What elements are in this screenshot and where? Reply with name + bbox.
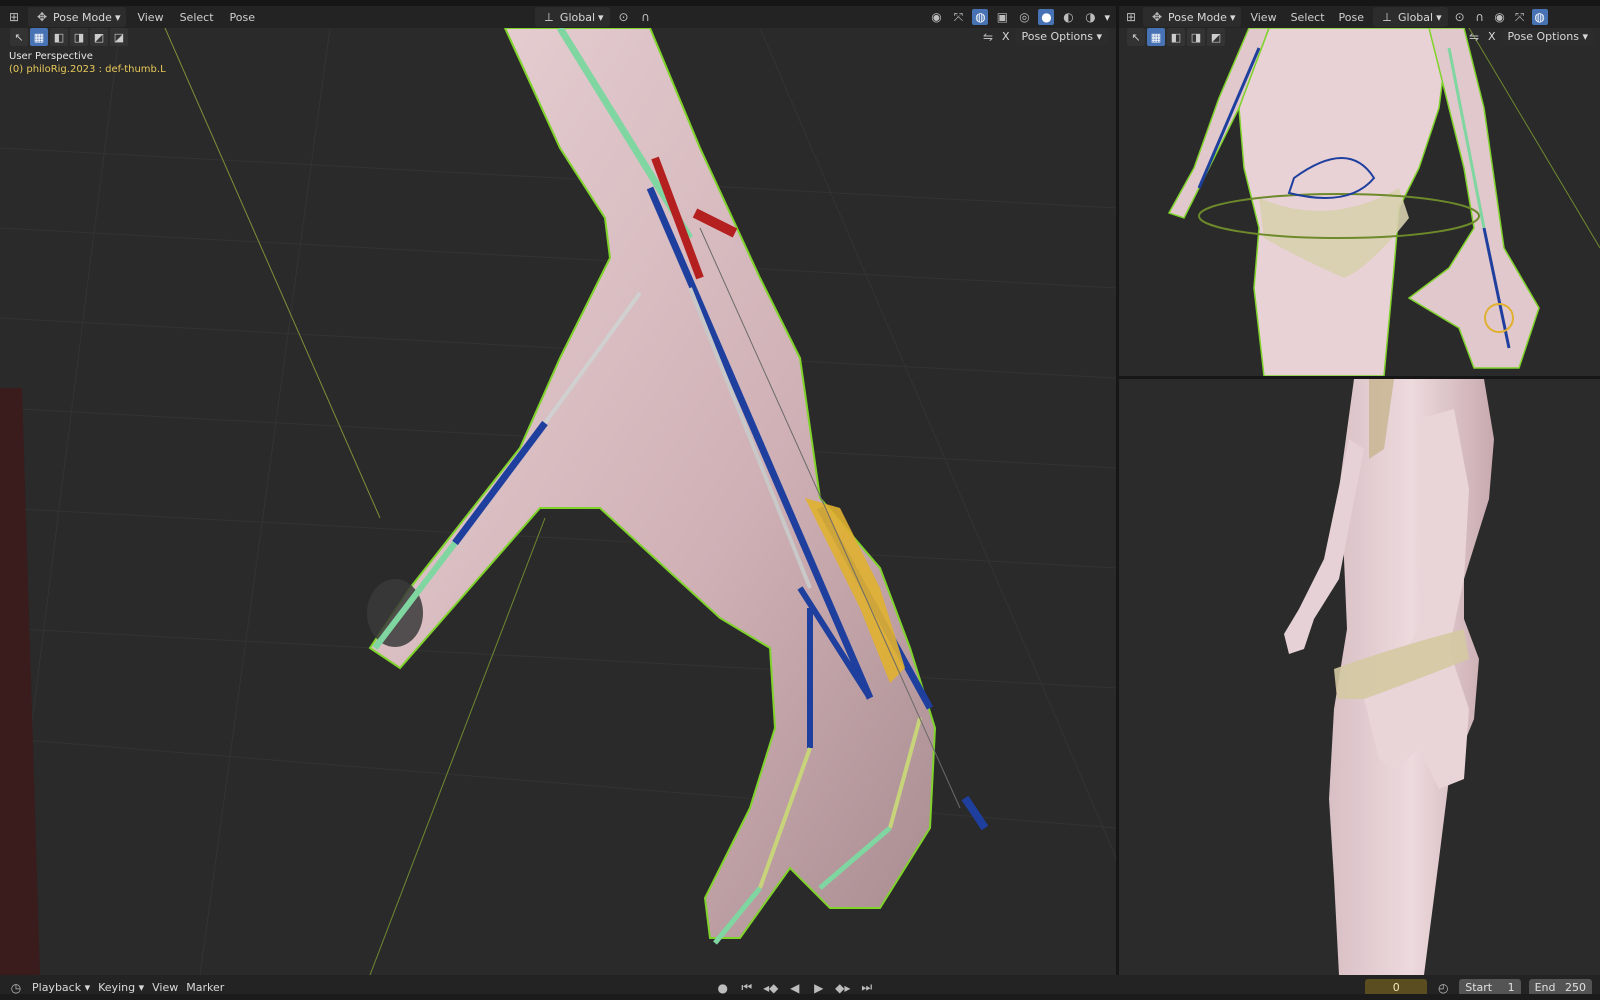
right-mode-label: Pose Mode [1168,10,1227,24]
right-orientation-label: Global [1398,10,1434,24]
select-extend-icon[interactable]: ◧ [1167,28,1185,46]
visibility-icon[interactable]: ◉ [1492,9,1508,25]
gizmo-icon[interactable]: ⤧ [1512,9,1528,25]
orientation-icon: ⟂ [544,9,553,24]
mirror-icon[interactable]: ⇋ [980,29,996,45]
right-menu-pose[interactable]: Pose [1334,9,1369,26]
right-mode-dropdown[interactable]: ✥ Pose Mode ▾ [1143,7,1242,27]
end-frame-label: End [1534,981,1556,994]
left-menu-view[interactable]: View [132,9,168,26]
left-viewport-header: ⊞ ✥ Pose Mode ▾ View Select Pose ⟂ Globa… [0,6,1116,28]
thumbnail-shape [367,579,423,647]
left-3d-viewport[interactable]: ↖ ▦ ◧ ◨ ◩ ◪ User Perspective (0) philoRi… [0,28,1116,975]
left-mode-dropdown[interactable]: ✥ Pose Mode ▾ [28,7,127,27]
shading-rendered-icon[interactable]: ◑ [1082,9,1098,25]
right-menu-select[interactable]: Select [1286,9,1330,26]
view-info: User Perspective (0) philoRig.2023 : def… [9,50,166,76]
left-pose-options-dropdown[interactable]: Pose Options ▾ [1015,28,1108,45]
left-selection-mode-tools: ↖ ▦ ◧ ◨ ◩ ◪ [10,28,128,46]
select-box-tool[interactable]: ↖ [1127,28,1145,46]
chevron-down-icon: ▾ [1436,10,1442,24]
right-top-scene [1167,28,1600,376]
torso-edge [0,388,40,975]
left-mode-label: Pose Mode [53,10,112,24]
orientation-icon: ⟂ [1382,9,1391,24]
pose-mode-icon: ✥ [36,10,48,24]
left-menu-select[interactable]: Select [175,9,219,26]
mirror-x-label[interactable]: X [1002,30,1010,43]
hand-mesh [368,28,937,939]
overlays-icon[interactable]: ◍ [972,9,989,25]
select-subtract-icon[interactable]: ◨ [1187,28,1205,46]
right-viewport-header: ⊞ ✥ Pose Mode ▾ View Select Pose ⟂ Globa… [1119,6,1600,28]
shading-material-icon[interactable]: ◐ [1060,9,1076,25]
timeline-menu-keying[interactable]: Keying ▾ [98,981,144,994]
pose-mode-icon: ✥ [1151,10,1163,24]
chevron-down-icon[interactable]: ▾ [1104,11,1110,24]
editor-type-icon[interactable]: ⊞ [1123,9,1139,25]
select-box-tool[interactable]: ↖ [10,28,28,46]
right-pose-options-dropdown[interactable]: Pose Options ▾ [1501,28,1594,45]
right-menu-view[interactable]: View [1245,9,1281,26]
editor-type-icon[interactable]: ⊞ [6,9,22,25]
chevron-down-icon: ▾ [1096,30,1102,43]
left-menu-pose[interactable]: Pose [225,9,260,26]
right-pose-options-label: Pose Options [1507,30,1579,43]
left-orientation-label: Global [559,10,596,24]
left-pose-options-area: ⇋ X Pose Options ▾ [980,28,1108,45]
visibility-icon[interactable]: ◉ [928,9,944,25]
select-subtract-icon[interactable]: ◨ [70,28,88,46]
shading-solid-icon[interactable]: ● [1038,9,1055,25]
left-orientation-dropdown[interactable]: ⟂ Global ▾ [534,7,610,27]
timeline-menu-playback[interactable]: Playback ▾ [32,981,90,994]
end-frame-value: 250 [1565,981,1586,994]
mirror-x-label[interactable]: X [1488,30,1496,43]
select-new-icon[interactable]: ▦ [30,28,48,46]
right-bottom-scene [1284,379,1494,975]
pivot-icon[interactable]: ⊙ [616,9,632,25]
body-mesh [1238,28,1450,376]
timeline-ruler[interactable] [0,994,1600,1000]
select-invert-icon[interactable]: ◩ [90,28,108,46]
select-invert-icon[interactable]: ◩ [1207,28,1225,46]
overlays-icon[interactable]: ◍ [1531,9,1548,25]
xray-icon[interactable]: ▣ [994,9,1010,25]
chevron-down-icon: ▾ [114,10,121,24]
chevron-down-icon: ▾ [1229,10,1236,24]
start-frame-label: Start [1465,981,1493,994]
shading-wireframe-icon[interactable]: ◎ [1016,9,1032,25]
start-frame-value: 1 [1507,981,1515,994]
right-bottom-3d-viewport[interactable] [1119,379,1600,975]
pivot-icon[interactable]: ⊙ [1452,9,1468,25]
left-scene [0,28,1116,975]
select-intersect-icon[interactable]: ◪ [110,28,128,46]
select-new-icon[interactable]: ▦ [1147,28,1165,46]
timeline-menu-view[interactable]: View [152,981,178,994]
right-pose-options-area: ⇋ X Pose Options ▾ [1466,28,1594,45]
timeline-menu-marker[interactable]: Marker [186,981,224,994]
chevron-down-icon: ▾ [1582,30,1588,43]
snap-icon[interactable]: ∩ [1472,9,1488,25]
mirror-icon[interactable]: ⇋ [1466,29,1482,45]
active-object-label: (0) philoRig.2023 : def-thumb.L [9,64,166,75]
timeline-menu-keying-label: Keying [98,981,136,994]
timeline-menu-playback-label: Playback [32,981,82,994]
select-extend-icon[interactable]: ◧ [50,28,68,46]
view-perspective-label: User Perspective [9,51,93,62]
left-pose-options-label: Pose Options [1021,30,1093,43]
right-orientation-dropdown[interactable]: ⟂ Global ▾ [1373,7,1448,27]
chevron-down-icon: ▾ [598,10,604,24]
right-selection-mode-tools: ↖ ▦ ◧ ◨ ◩ [1127,28,1225,46]
snap-icon[interactable]: ∩ [638,9,654,25]
gizmo-icon[interactable]: ⤧ [950,9,966,25]
right-top-3d-viewport[interactable]: ↖ ▦ ◧ ◨ ◩ ⇋ X Pose Options ▾ [1119,28,1600,376]
